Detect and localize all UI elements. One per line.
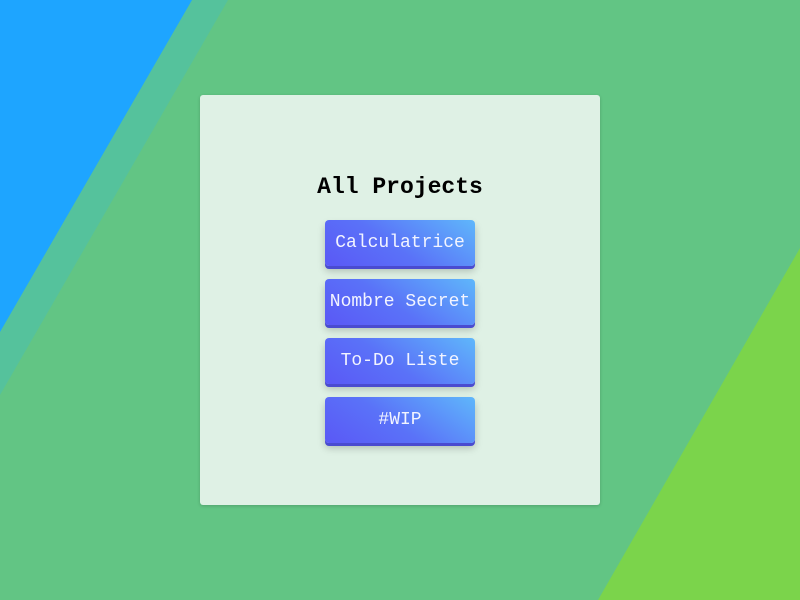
todo-liste-button[interactable]: To-Do Liste [325,338,475,384]
projects-panel: All Projects Calculatrice Nombre Secret … [200,95,600,505]
wip-button[interactable]: #WIP [325,397,475,443]
calculatrice-button[interactable]: Calculatrice [325,220,475,266]
page-title: All Projects [317,174,483,200]
lime-corner-shape [598,248,800,600]
nombre-secret-button[interactable]: Nombre Secret [325,279,475,325]
project-button-list: Calculatrice Nombre Secret To-Do Liste #… [325,220,475,456]
